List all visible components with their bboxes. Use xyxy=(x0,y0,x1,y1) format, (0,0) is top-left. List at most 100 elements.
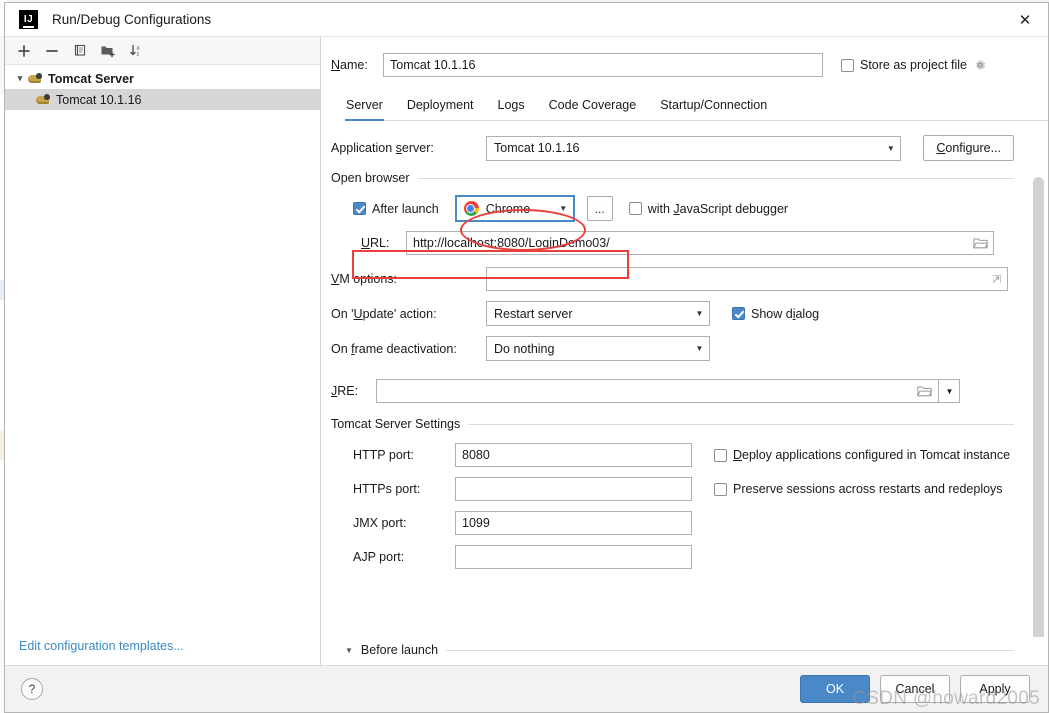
url-input[interactable] xyxy=(406,231,994,255)
jmx-port-input[interactable] xyxy=(455,511,692,535)
name-row: Name: Store as project file xyxy=(331,49,1028,81)
jre-dropdown-chevron-down-icon[interactable]: ▼ xyxy=(938,379,960,403)
scrollbar-thumb[interactable] xyxy=(1033,177,1044,637)
folder-icon[interactable] xyxy=(917,385,932,398)
checkbox-box[interactable] xyxy=(628,202,642,215)
tomcat-icon xyxy=(35,93,51,107)
tab-code-coverage[interactable]: Code Coverage xyxy=(548,95,638,121)
application-server-combobox[interactable]: Tomcat 10.1.16 ▼ xyxy=(486,135,902,161)
url-row: URL: xyxy=(353,231,1014,255)
configurations-toolbar: a z xyxy=(5,37,320,65)
jre-row: JRE: ▼ xyxy=(331,379,1014,403)
tab-server[interactable]: Server xyxy=(345,95,384,121)
javascript-debugger-label: with JavaScript debugger xyxy=(647,201,789,216)
copy-configuration-button[interactable] xyxy=(67,39,93,63)
ajp-port-input[interactable] xyxy=(455,545,692,569)
after-launch-checkbox[interactable]: After launch xyxy=(353,202,439,216)
remove-configuration-button[interactable] xyxy=(39,39,65,63)
cancel-button[interactable]: Cancel xyxy=(880,675,950,703)
configuration-editor-pane: Name: Store as project file xyxy=(321,37,1048,665)
checkbox-box[interactable] xyxy=(714,448,727,462)
tree-item-tomcat-10-1-16[interactable]: Tomcat 10.1.16 xyxy=(5,89,320,110)
tree-group-tomcat-server[interactable]: ▾ Tomcat Server xyxy=(5,68,320,89)
store-as-project-file-checkbox[interactable]: Store as project file xyxy=(841,58,967,72)
form-scrollbar[interactable] xyxy=(1033,177,1044,637)
configurations-tree: ▾ Tomcat Server Tomcat 10.1.16 xyxy=(5,65,320,631)
on-update-action-label: On 'Update' action: xyxy=(331,306,437,321)
preserve-sessions-label: Preserve sessions across restarts and re… xyxy=(733,482,1003,496)
chevron-down-icon[interactable]: ▾ xyxy=(13,73,27,84)
before-launch-section: ▼ Before launch xyxy=(321,637,1048,665)
checkbox-box[interactable] xyxy=(353,202,366,215)
after-launch-row: After launch Chrome ▼ ... with JavaScrip… xyxy=(353,195,1014,222)
expand-icon[interactable]: ⇱ xyxy=(992,273,1001,286)
jmx-port-row: JMX port: xyxy=(353,511,1014,535)
https-port-input[interactable] xyxy=(455,477,692,501)
deploy-applications-checkbox[interactable]: Deploy applications configured in Tomcat… xyxy=(714,448,1010,462)
open-browser-group: Open browser After launch Chrome ▼ ... w… xyxy=(331,171,1014,255)
chevron-down-icon[interactable]: ▼ xyxy=(690,302,709,325)
close-icon[interactable]: ✕ xyxy=(1002,3,1048,36)
folder-icon[interactable] xyxy=(973,237,988,250)
on-frame-deactivation-label: On frame deactivation: xyxy=(331,341,457,356)
name-label: Name: xyxy=(331,58,368,72)
intellij-logo-icon: IJ xyxy=(19,10,38,29)
tab-logs[interactable]: Logs xyxy=(497,95,526,121)
server-tab-form: Application server: Tomcat 10.1.16 ▼ Con… xyxy=(321,121,1048,637)
tab-startup-connection[interactable]: Startup/Connection xyxy=(659,95,768,121)
browse-browsers-button[interactable]: ... xyxy=(586,196,613,221)
dialog-title: Run/Debug Configurations xyxy=(52,12,212,27)
checkbox-box[interactable] xyxy=(732,307,745,320)
dialog-bottom-bar: ? OK Cancel Apply xyxy=(5,665,1048,712)
http-port-input[interactable] xyxy=(455,443,692,467)
svg-text:z: z xyxy=(136,52,139,58)
sort-icon[interactable]: a z xyxy=(123,39,149,63)
show-dialog-checkbox[interactable]: Show dialog xyxy=(732,307,819,321)
on-update-action-combobox[interactable]: Restart server ▼ xyxy=(486,301,710,326)
folder-add-icon[interactable] xyxy=(95,39,121,63)
edit-configuration-templates-link[interactable]: Edit configuration templates... xyxy=(19,639,184,653)
vm-options-input[interactable] xyxy=(486,267,1008,291)
chevron-down-icon[interactable]: ▼ xyxy=(554,197,573,220)
url-label: URL: xyxy=(361,236,390,250)
show-dialog-label: Show dialog xyxy=(751,306,820,321)
gear-icon[interactable] xyxy=(973,58,987,72)
group-divider xyxy=(446,649,1014,651)
jre-input[interactable] xyxy=(376,379,960,403)
open-browser-group-header: Open browser xyxy=(331,171,1014,185)
ajp-port-label: AJP port: xyxy=(353,550,405,564)
browser-combobox[interactable]: Chrome ▼ xyxy=(454,195,575,222)
checkbox-box[interactable] xyxy=(714,482,727,496)
dialog-titlebar: IJ Run/Debug Configurations ✕ xyxy=(5,3,1048,37)
help-button[interactable]: ? xyxy=(21,678,43,700)
open-browser-title: Open browser xyxy=(331,171,410,185)
vm-options-row: VM options: ⇱ xyxy=(331,267,1014,291)
name-input[interactable] xyxy=(383,53,823,77)
ajp-port-row: AJP port: xyxy=(353,545,1014,569)
chevron-down-icon[interactable]: ▼ xyxy=(881,137,900,160)
tomcat-settings-body: HTTP port: Deploy applications configure… xyxy=(331,431,1014,569)
tab-deployment[interactable]: Deployment xyxy=(406,95,475,121)
javascript-debugger-checkbox[interactable]: with JavaScript debugger xyxy=(628,201,789,216)
open-browser-group-body: After launch Chrome ▼ ... with JavaScrip… xyxy=(331,185,1014,255)
vm-options-label: VM options: xyxy=(331,272,398,286)
ok-button[interactable]: OK xyxy=(800,675,870,703)
on-frame-deactivation-combobox[interactable]: Do nothing ▼ xyxy=(486,336,710,361)
https-port-row: HTTPs port: Preserve sessions across res… xyxy=(353,477,1014,501)
jmx-port-label: JMX port: xyxy=(353,516,407,530)
run-debug-configurations-dialog: IJ Run/Debug Configurations ✕ a z ▾ Tomc… xyxy=(4,2,1049,713)
apply-button[interactable]: Apply xyxy=(960,675,1030,703)
application-server-label: Application server: xyxy=(331,141,434,155)
preserve-sessions-checkbox[interactable]: Preserve sessions across restarts and re… xyxy=(714,482,1003,496)
group-divider xyxy=(417,177,1014,179)
configure-button[interactable]: Configure... xyxy=(923,135,1014,161)
checkbox-box[interactable] xyxy=(841,58,854,72)
chevron-down-icon[interactable]: ▼ xyxy=(345,646,353,655)
tomcat-settings-title: Tomcat Server Settings xyxy=(331,417,461,431)
chevron-down-icon[interactable]: ▼ xyxy=(690,337,709,360)
tree-item-label: Tomcat 10.1.16 xyxy=(56,92,142,107)
add-configuration-button[interactable] xyxy=(11,39,37,63)
editor-tabs: Server Deployment Logs Code Coverage Sta… xyxy=(345,95,1048,121)
application-server-value: Tomcat 10.1.16 xyxy=(494,141,580,155)
configurations-pane: a z ▾ Tomcat Server Tomcat 10.1.16 Edit … xyxy=(5,37,321,665)
